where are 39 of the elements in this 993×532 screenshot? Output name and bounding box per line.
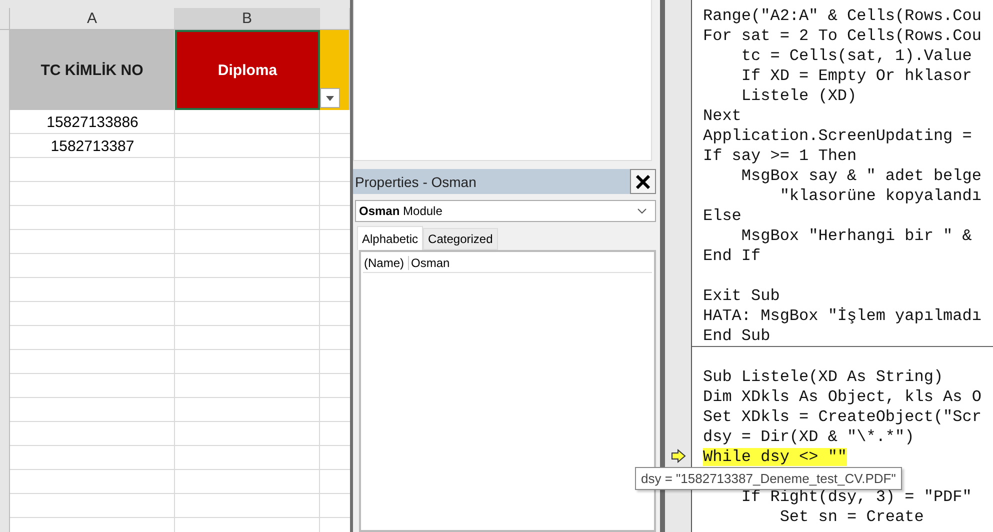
- caret-icon: [326, 96, 334, 100]
- code-line: Sub Listele(XD As String): [703, 368, 944, 386]
- code-line: Exit Sub: [703, 287, 780, 305]
- code-line: dsy = Dir(XD & "\*.*"): [703, 428, 914, 446]
- code-line: End If: [703, 247, 761, 265]
- chevron-icon: [637, 208, 647, 214]
- code-line: HATA: MsgBox "İşlem yapılmadı: [703, 307, 982, 325]
- filter-dropdown-button[interactable]: [320, 88, 340, 108]
- code-line: MsgBox "Herhangi bir " &: [740, 227, 972, 245]
- tab[interactable]: Alphabetic: [357, 226, 424, 250]
- code-line: Else: [703, 207, 742, 225]
- code-line: If XD = Empty Or hklasor: [740, 67, 972, 85]
- code-line: "klasorüne kopyalandı: [778, 187, 982, 205]
- code-line: Set XDkls = CreateObject("Scr: [703, 408, 982, 426]
- header-cell: TC KİMLİK NO: [10, 30, 175, 110]
- code-line: Listele (XD): [740, 87, 857, 105]
- close-icon: [636, 174, 650, 188]
- code-line: For sat = 2 To Cells(Rows.Cou: [703, 27, 982, 45]
- property-value: Osman: [410, 256, 450, 270]
- window-title: Properties - Osman: [354, 174, 476, 190]
- tab[interactable]: Categorized: [423, 228, 498, 250]
- code-line: tc = Cells(sat, 1).Value: [740, 47, 972, 65]
- code-line: If Right(dsy, 3) = "PDF": [740, 488, 972, 506]
- table-cell-text: 15827133886: [46, 112, 140, 132]
- object-dropdown[interactable]: Osman Module: [355, 200, 656, 222]
- code-line: Next: [703, 107, 742, 125]
- column-header[interactable]: B: [175, 8, 320, 29]
- property-name: (Name): [363, 256, 409, 270]
- tooltip: dsy = "1582713387_Deneme_test_CV.PDF": [635, 467, 902, 490]
- table-cell-text: 1582713387: [50, 136, 136, 156]
- code-line: Dim XDkls As Object, kls As O: [703, 388, 982, 406]
- code-line: MsgBox say & " adet belge: [740, 167, 982, 185]
- header-cell: Diploma: [175, 30, 320, 110]
- code-line: If say >= 1 Then: [703, 147, 857, 165]
- close-button[interactable]: [630, 169, 656, 194]
- code-line: Application.ScreenUpdating =: [703, 127, 972, 145]
- code-line: End Sub: [703, 327, 770, 345]
- code-line: Set sn = Create: [778, 508, 924, 526]
- code-line: Range("A2:A" & Cells(Rows.Cou: [703, 7, 982, 25]
